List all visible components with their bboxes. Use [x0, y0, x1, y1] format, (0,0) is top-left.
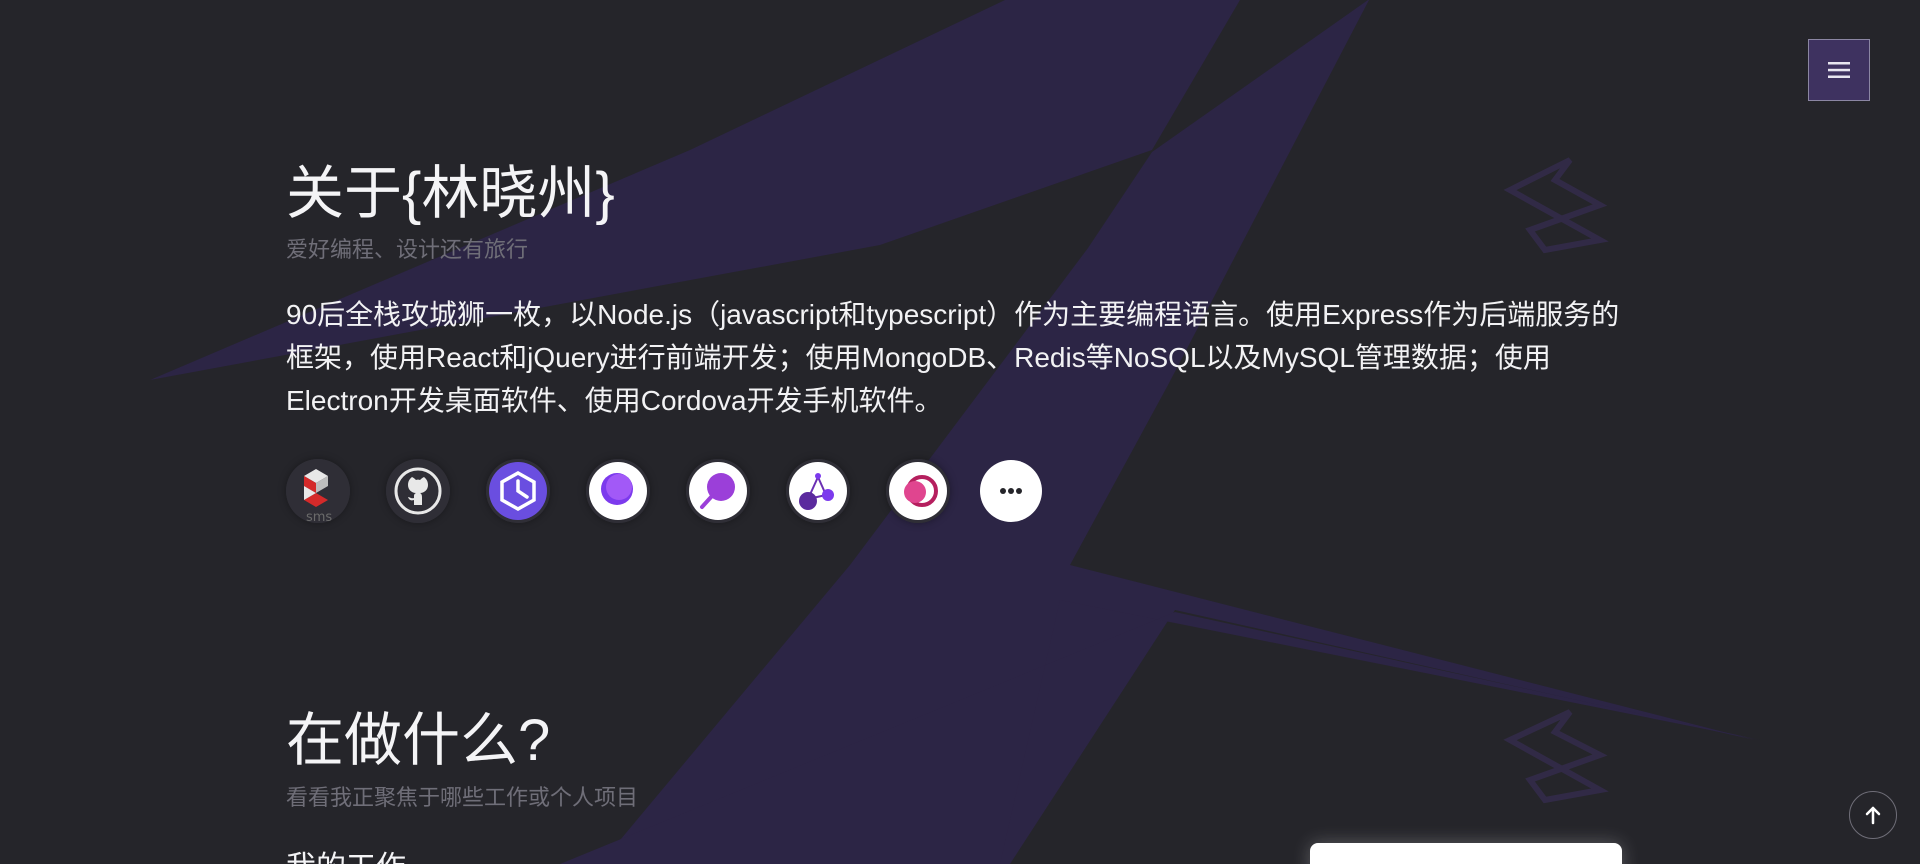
molecule-icon[interactable]	[786, 459, 850, 523]
more-button[interactable]	[980, 460, 1042, 522]
page: 关于{林晓州} 爱好编程、设计还有旅行 90后全栈攻城狮一枚，以Node.js（…	[0, 0, 1920, 864]
arrow-up-icon	[1865, 806, 1881, 825]
hamburger-icon	[1828, 62, 1850, 78]
ellipsis-icon	[1000, 488, 1022, 494]
moon-circle-icon[interactable]	[586, 459, 650, 523]
sms-logo-text: sms	[306, 510, 332, 523]
clock-badge-icon[interactable]	[486, 459, 550, 523]
doing-title: 在做什么?	[286, 708, 551, 773]
scroll-top-button[interactable]	[1849, 791, 1897, 839]
doing-subtitle: 看看我正聚焦于哪些工作或个人项目	[286, 785, 639, 810]
rings-icon[interactable]	[886, 459, 950, 523]
about-subtitle: 爱好编程、设计还有旅行	[286, 237, 529, 262]
sms-logo-icon[interactable]: sms	[286, 459, 350, 523]
about-description: 90后全栈攻城狮一枚，以Node.js（javascript和typescrip…	[286, 299, 1620, 416]
lollipop-icon[interactable]	[686, 459, 750, 523]
work-heading: 我的工作	[286, 842, 406, 864]
project-card[interactable]	[1310, 843, 1622, 864]
menu-button[interactable]	[1808, 39, 1870, 101]
github-icon[interactable]	[386, 459, 450, 523]
tech-icon-row: sms	[286, 456, 1042, 526]
about-title: 关于{林晓州}	[286, 161, 615, 226]
